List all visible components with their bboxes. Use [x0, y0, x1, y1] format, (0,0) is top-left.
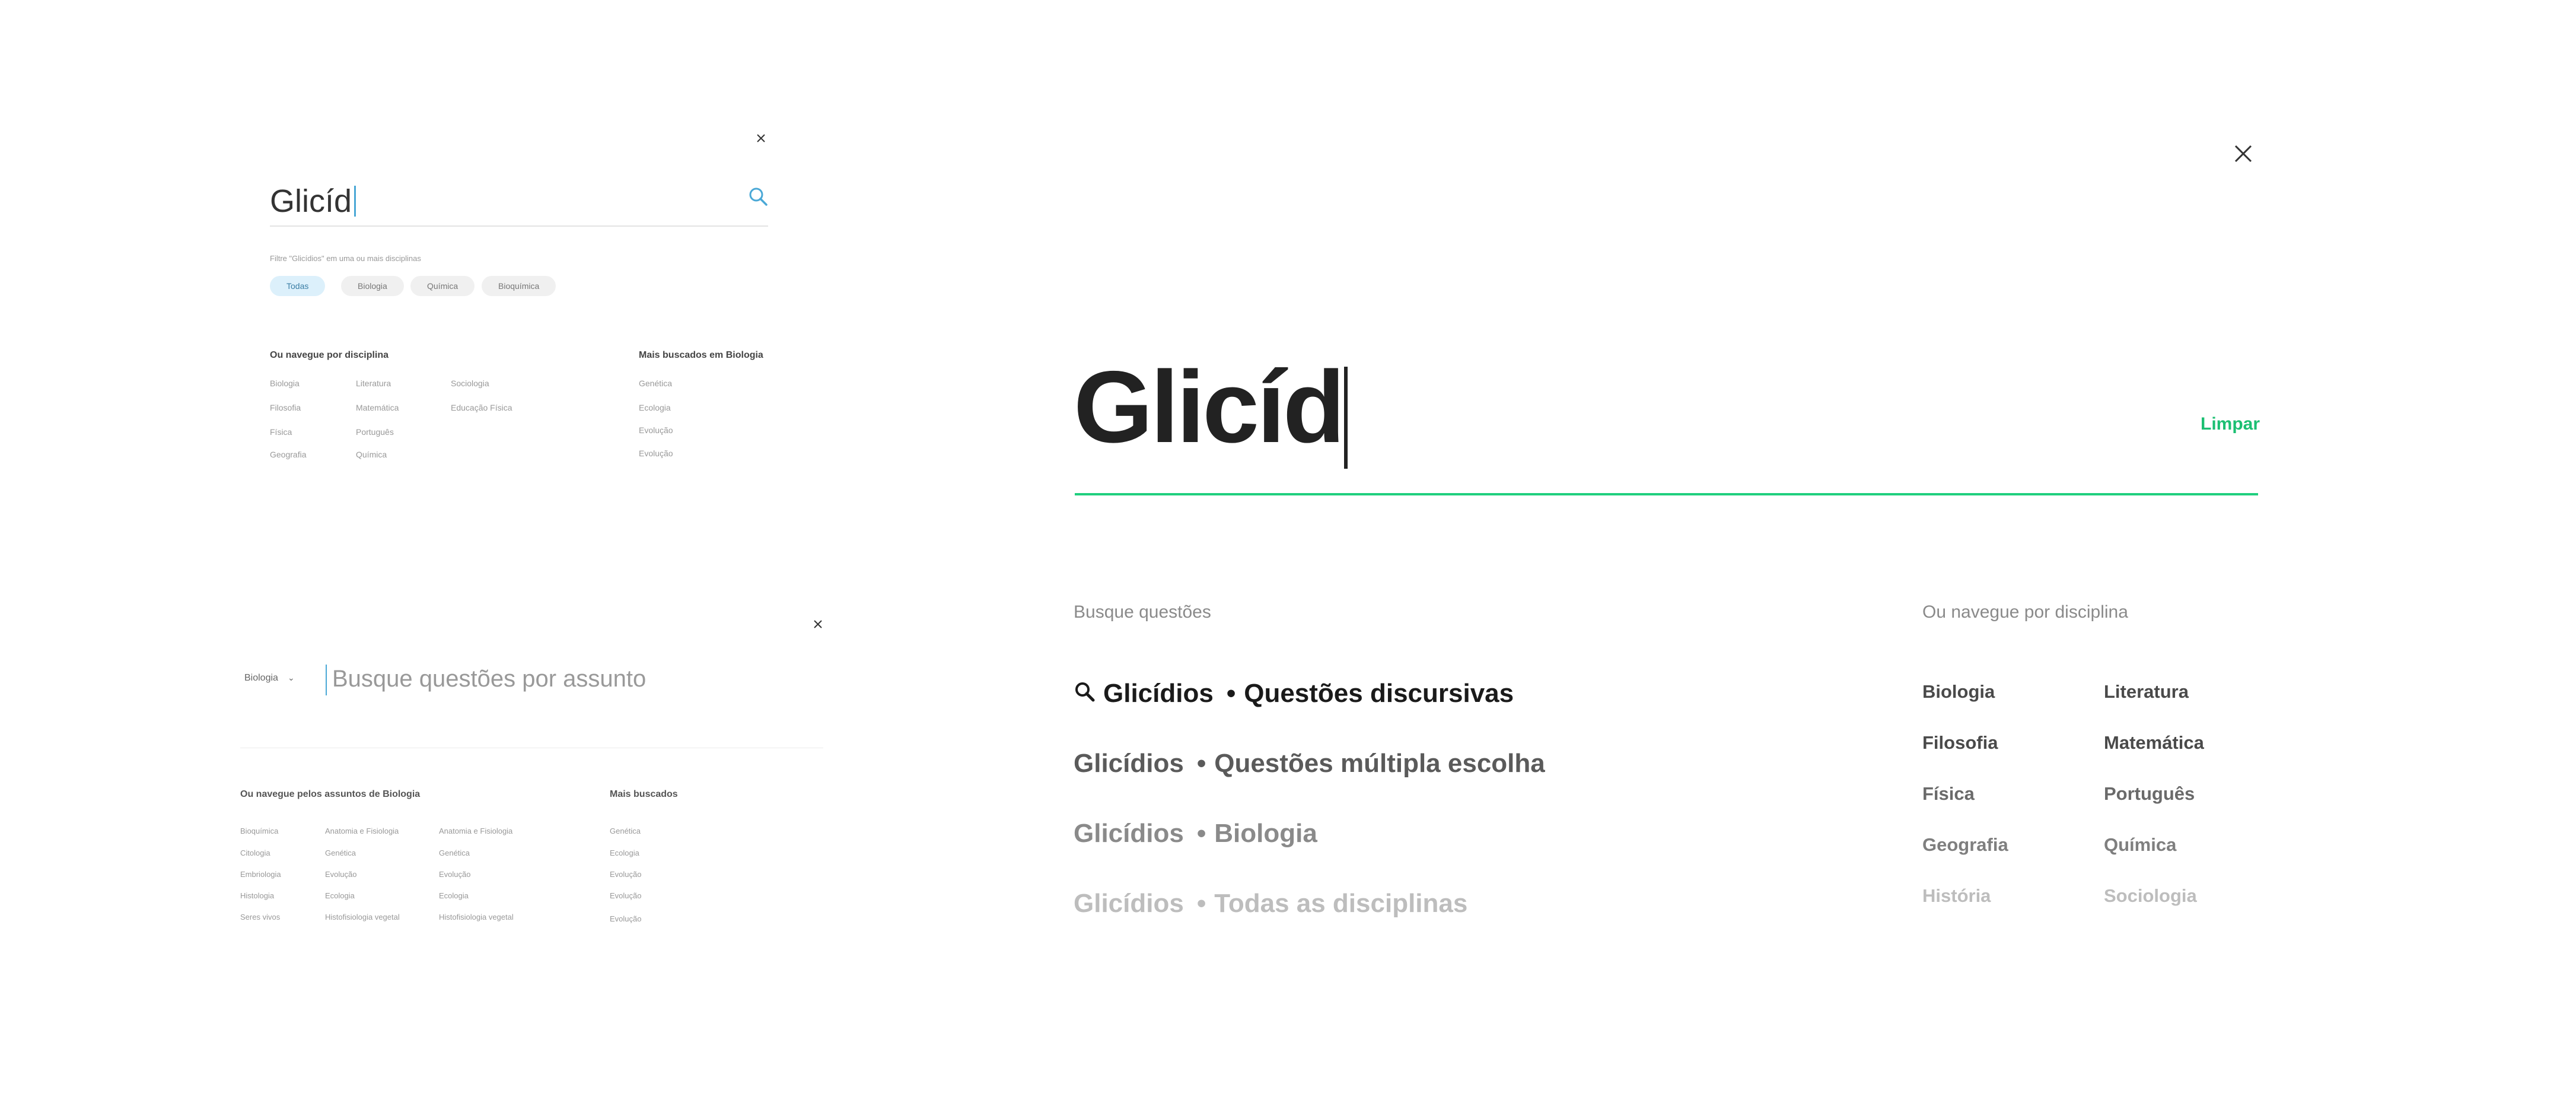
subject-link[interactable]: Ecologia — [325, 891, 355, 900]
popular-link[interactable]: Genética — [639, 379, 672, 388]
subject-link[interactable]: Citologia — [240, 848, 270, 857]
discipline-link[interactable]: Geografia — [1922, 834, 2008, 856]
clear-button[interactable]: Limpar — [2201, 414, 2260, 434]
discipline-link[interactable]: Química — [2104, 834, 2176, 856]
discipline-link[interactable]: Filosofia — [1922, 732, 1998, 754]
main-search-input[interactable]: Glicíd — [1074, 356, 1345, 458]
subject-link[interactable]: Anatomia e Fisiologia — [325, 827, 399, 835]
popular-link[interactable]: Evolução — [610, 914, 641, 923]
discipline-link[interactable]: Português — [2104, 783, 2195, 805]
subject-link[interactable]: Evolução — [325, 870, 356, 879]
subject-link[interactable]: Anatomia e Fisiologia — [439, 827, 512, 835]
discipline-link[interactable]: Sociologia — [451, 379, 489, 388]
search-underline — [1075, 493, 2258, 495]
suggestion-term: Glicídios — [1074, 889, 1184, 918]
subject-link[interactable]: Genética — [325, 848, 356, 857]
suggestion-item[interactable]: Glicídios • Todas as disciplinas — [1074, 889, 1467, 919]
chip-quimica[interactable]: Química — [410, 276, 475, 296]
discipline-link[interactable]: Química — [356, 450, 387, 459]
discipline-link[interactable]: Literatura — [356, 379, 391, 388]
discipline-link[interactable]: Biologia — [270, 379, 300, 388]
suggestion-item[interactable]: Glicídios • Questões múltipla escolha — [1074, 749, 1545, 778]
chip-todas[interactable]: Todas — [270, 276, 326, 296]
suggestion-term: Glicídios — [1074, 819, 1184, 848]
suggestion-context: Todas as disciplinas — [1214, 889, 1468, 918]
subject-link[interactable]: Seres vivos — [240, 913, 280, 921]
search-query-text: Glicíd — [270, 183, 352, 219]
browse-heading: Ou navegue por disciplina — [270, 350, 389, 360]
search-icon[interactable] — [748, 186, 768, 209]
popular-link[interactable]: Evolução — [610, 891, 641, 900]
search-input[interactable]: Glicíd — [270, 183, 356, 220]
subject-search-input[interactable]: Busque questões por assunto — [332, 666, 646, 692]
popular-link[interactable]: Ecologia — [639, 403, 671, 412]
subject-select[interactable]: Biologia ⌄ — [244, 673, 295, 684]
suggestion-context: Questões múltipla escolha — [1214, 749, 1545, 778]
discipline-link[interactable]: Filosofia — [270, 403, 301, 412]
discipline-link[interactable]: Biologia — [1922, 681, 1995, 703]
suggestion-context: Questões discursivas — [1244, 679, 1514, 708]
discipline-link[interactable]: Sociologia — [2104, 885, 2197, 907]
subject-link[interactable]: Histologia — [240, 891, 274, 900]
suggestion-item[interactable]: Glicídios • Biologia — [1074, 819, 1317, 848]
subjects-heading: Ou navegue pelos assuntos de Biologia — [240, 789, 421, 799]
popular-link[interactable]: Evolução — [639, 425, 673, 435]
search-section-label: Busque questões — [1074, 602, 1211, 622]
discipline-link[interactable]: Português — [356, 427, 394, 437]
popular-link[interactable]: Genética — [610, 827, 641, 835]
popular-link[interactable]: Evolução — [610, 870, 641, 879]
text-caret — [354, 186, 356, 217]
subject-link[interactable]: Genética — [439, 848, 470, 857]
subject-link[interactable]: Embriologia — [240, 870, 281, 879]
discipline-link[interactable]: Matemática — [2104, 732, 2204, 754]
popular-link[interactable]: Evolução — [639, 449, 673, 458]
text-caret — [1344, 367, 1348, 469]
close-icon[interactable] — [813, 619, 823, 629]
search-field[interactable]: Glicíd — [270, 178, 768, 227]
popular-link[interactable]: Ecologia — [610, 848, 639, 857]
bullet: • — [1196, 889, 1206, 918]
bullet: • — [1196, 749, 1206, 778]
filter-hint: Filtre "Glicídios" em uma ou mais discip… — [270, 254, 421, 263]
discipline-link[interactable]: Física — [270, 427, 292, 437]
subject-select-value: Biologia — [244, 673, 278, 683]
search-icon — [1074, 680, 1103, 710]
discipline-link[interactable]: Geografia — [270, 450, 306, 459]
suggestion-term: Glicídios — [1074, 749, 1184, 778]
subject-link[interactable]: Histofisiologia vegetal — [439, 913, 514, 921]
suggestion-context: Biologia — [1214, 819, 1317, 848]
close-icon[interactable] — [756, 134, 766, 143]
bullet: • — [1196, 819, 1206, 848]
input-caret — [326, 665, 327, 695]
subject-link[interactable]: Bioquímica — [240, 827, 278, 835]
suggestion-item[interactable]: Glicídios • Questões discursivas — [1074, 679, 1514, 710]
chip-biologia[interactable]: Biologia — [341, 276, 404, 296]
subject-link[interactable]: Ecologia — [439, 891, 469, 900]
discipline-link[interactable]: Física — [1922, 783, 1975, 805]
suggestion-term: Glicídios — [1103, 679, 1214, 708]
discipline-link[interactable]: Literatura — [2104, 681, 2189, 703]
popular-heading: Mais buscados — [610, 789, 678, 799]
chip-bioquimica[interactable]: Bioquímica — [482, 276, 556, 296]
chevron-down-icon: ⌄ — [287, 673, 295, 682]
subject-link[interactable]: Histofisiologia vegetal — [325, 913, 400, 921]
popular-heading: Mais buscados em Biologia — [639, 350, 763, 360]
disciplines-label: Ou navegue por disciplina — [1922, 602, 2128, 622]
subject-link[interactable]: Evolução — [439, 870, 470, 879]
bullet: • — [1226, 679, 1236, 708]
discipline-link[interactable]: Matemática — [356, 403, 399, 412]
discipline-link[interactable]: História — [1922, 885, 1991, 907]
close-icon[interactable] — [2234, 144, 2253, 163]
discipline-link[interactable]: Educação Física — [451, 403, 512, 412]
